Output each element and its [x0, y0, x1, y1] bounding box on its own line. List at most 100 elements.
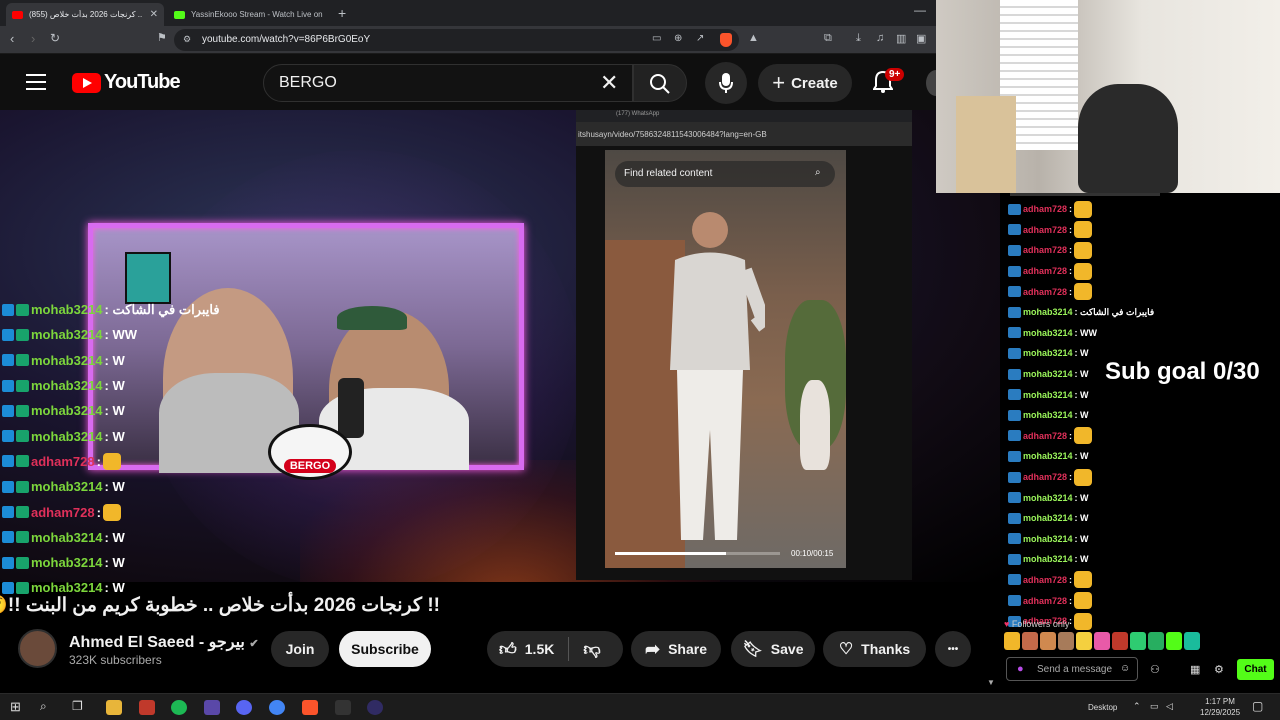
live-chat-panel: adham728: adham728: adham728: adham728: adha…: [1000, 193, 1280, 688]
menu-icon[interactable]: [26, 74, 46, 95]
like-count[interactable]: 1.5K: [525, 641, 555, 657]
close-tab-icon[interactable]: ✕: [150, 9, 158, 20]
gear-icon[interactable]: ⚙: [1214, 663, 1224, 676]
emote-icon[interactable]: [1166, 632, 1182, 650]
minimize-button[interactable]: —: [914, 3, 926, 17]
channel-avatar[interactable]: [18, 629, 57, 668]
store-icon[interactable]: ▦: [1190, 663, 1200, 676]
chat-username[interactable]: mohab3214: [1023, 369, 1073, 379]
tab-youtube[interactable]: (855) كرنجات 2026 بدأت خلاص .. ✕: [6, 3, 164, 26]
voice-search-button[interactable]: [705, 62, 747, 104]
desktop-label[interactable]: Desktop: [1088, 703, 1117, 712]
mic-chat-icon[interactable]: ●: [1017, 663, 1024, 675]
emote-icon[interactable]: [1058, 632, 1074, 650]
more-actions-button[interactable]: •••: [935, 631, 971, 667]
chat-username[interactable]: adham728: [1023, 266, 1067, 276]
app-icon[interactable]: [139, 700, 155, 715]
dislike-icon[interactable]: 👎︎: [583, 639, 600, 660]
rewards-icon[interactable]: ▲: [748, 32, 759, 44]
send-chat-button[interactable]: Chat: [1237, 659, 1274, 680]
chat-message: : W: [1074, 554, 1089, 565]
emote-icon[interactable]: [1094, 632, 1110, 650]
chat-username[interactable]: mohab3214: [1023, 513, 1073, 523]
chat-username[interactable]: adham728: [1023, 596, 1067, 606]
youtube-logo[interactable]: YouTube: [72, 71, 181, 94]
emote-icon[interactable]: [1148, 632, 1164, 650]
task-view-icon[interactable]: ❐: [72, 699, 83, 713]
obs-icon[interactable]: [367, 700, 383, 715]
tab-search-icon[interactable]: ⧉: [824, 32, 832, 45]
scroll-down-icon[interactable]: ▼: [987, 678, 997, 690]
chat-username[interactable]: adham728: [1023, 472, 1067, 482]
chat-username[interactable]: mohab3214: [1023, 493, 1073, 503]
sidebar-icon[interactable]: ▥: [896, 32, 906, 45]
chat-input[interactable]: ● Send a message ☺: [1006, 657, 1138, 681]
chat-username[interactable]: mohab3214: [1023, 390, 1073, 400]
address-bar[interactable]: ⚙ youtube.com/watch?v=86P6BrG0EoY ▭ ⊕ ↗: [174, 29, 739, 51]
thanks-button[interactable]: ♡ Thanks: [823, 631, 926, 667]
chat-username[interactable]: adham728: [1023, 431, 1067, 441]
discord-icon[interactable]: [236, 700, 252, 715]
emote-icon[interactable]: [1076, 632, 1092, 650]
subscribe-button[interactable]: Subscribe: [339, 631, 431, 667]
chat-username[interactable]: mohab3214: [1023, 554, 1073, 564]
tab-kick[interactable]: YassinEkooo Stream - Watch Live on: [168, 3, 333, 26]
spotify-icon[interactable]: [171, 700, 187, 715]
system-clock[interactable]: 1:17 PM 12/29/2025: [1200, 696, 1240, 718]
chat-username[interactable]: adham728: [1023, 575, 1067, 585]
windows-start-icon[interactable]: ⊞: [10, 699, 21, 715]
media-icon[interactable]: ♫: [876, 32, 884, 44]
chat-username[interactable]: mohab3214: [1023, 451, 1073, 461]
share-page-icon[interactable]: ↗: [696, 33, 704, 44]
emoji-picker-icon[interactable]: ☺: [1120, 663, 1130, 674]
screen-icon[interactable]: ▭: [652, 33, 661, 44]
chat-username[interactable]: adham728: [1023, 225, 1067, 235]
reload-icon[interactable]: ↻: [50, 31, 60, 45]
file-explorer-icon[interactable]: [106, 700, 122, 715]
brave-shield-icon[interactable]: [720, 33, 732, 47]
notification-center-icon[interactable]: ▢: [1252, 699, 1263, 713]
chat-username[interactable]: mohab3214: [1023, 534, 1073, 544]
bookmark-icon[interactable]: ⚑: [157, 31, 167, 44]
new-tab-button[interactable]: +: [338, 5, 346, 21]
search-button[interactable]: [633, 64, 687, 102]
subscribe-label: Subscribe: [351, 641, 419, 657]
search-input[interactable]: BERGO: [263, 64, 633, 102]
zoom-icon[interactable]: ⊕: [674, 33, 682, 44]
clear-search-icon[interactable]: ✕: [600, 70, 618, 96]
join-button[interactable]: Join: [271, 631, 329, 667]
emote-icon[interactable]: [1112, 632, 1128, 650]
emote-icon[interactable]: [1022, 632, 1038, 650]
volume-icon[interactable]: ◁: [1166, 701, 1173, 712]
share-button[interactable]: ➦ Share: [631, 631, 721, 667]
network-icon[interactable]: ▭: [1150, 701, 1159, 712]
forward-icon[interactable]: ›: [31, 31, 35, 46]
emote-icon: [1074, 612, 1093, 630]
epic-games-icon[interactable]: [335, 700, 351, 715]
chat-username[interactable]: adham728: [1023, 287, 1067, 297]
chat-username[interactable]: mohab3214: [1023, 328, 1073, 338]
download-icon[interactable]: ⤓: [856, 32, 861, 45]
app-icon[interactable]: [204, 700, 220, 715]
back-icon[interactable]: ‹: [10, 31, 14, 46]
emote-icon[interactable]: [1184, 632, 1200, 650]
like-icon[interactable]: 👍︎: [499, 639, 517, 660]
taskbar-search-icon[interactable]: ⌕: [40, 699, 47, 714]
emote-icon[interactable]: [1004, 632, 1020, 650]
emote-icon[interactable]: [1040, 632, 1056, 650]
brave-icon[interactable]: [302, 700, 318, 715]
create-button[interactable]: + Create: [758, 64, 852, 102]
chat-username[interactable]: mohab3214: [1023, 348, 1073, 358]
chat-username[interactable]: adham728: [1023, 245, 1067, 255]
emote-icon[interactable]: [1130, 632, 1146, 650]
wallet-icon[interactable]: ▣: [916, 32, 926, 45]
chat-username[interactable]: adham728: [1023, 204, 1067, 214]
chrome-icon[interactable]: [269, 700, 285, 715]
chat-username[interactable]: mohab3214: [1023, 307, 1073, 317]
chat-username[interactable]: mohab3214: [1023, 410, 1073, 420]
site-info-icon[interactable]: ⚙: [183, 34, 191, 45]
save-button[interactable]: 🔖︎ Save: [731, 631, 815, 667]
chat-settings-icon[interactable]: ⚇: [1150, 663, 1160, 676]
tray-chevron-icon[interactable]: ⌃: [1133, 701, 1141, 712]
channel-name[interactable]: Ahmed El Saeed - بيرجو ✔: [69, 632, 259, 652]
